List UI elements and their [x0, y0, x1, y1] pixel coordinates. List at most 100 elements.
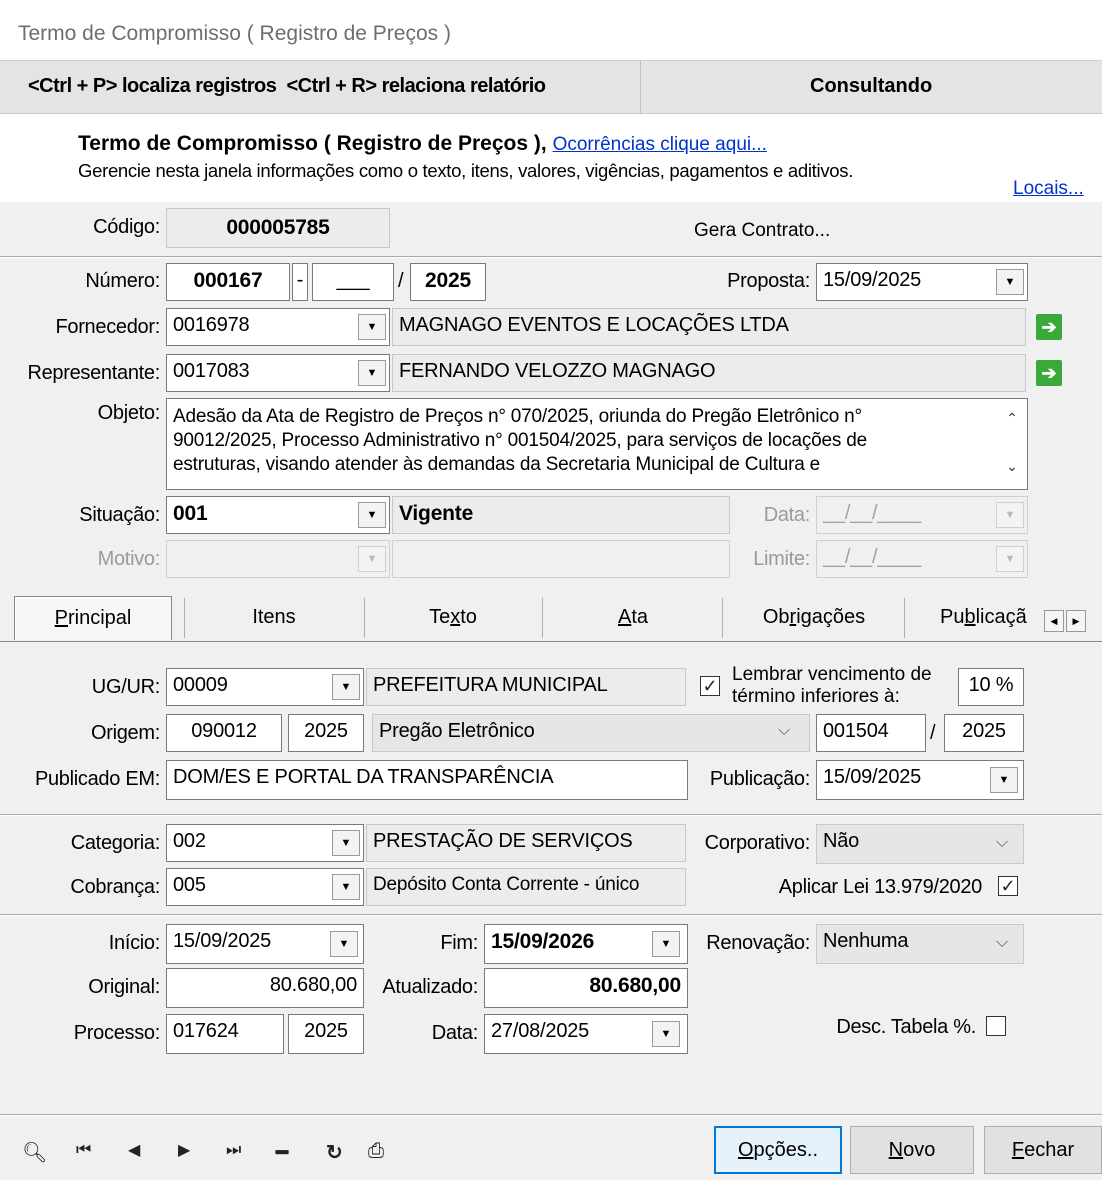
ug-label: UG/UR:: [91, 676, 161, 698]
renovacao-select[interactable]: Nenhuma: [816, 924, 1024, 964]
preview-icon[interactable]: 🔍︎: [22, 1140, 47, 1165]
processo-number-field[interactable]: 017624: [166, 1014, 284, 1054]
data-proc-label: Data:: [431, 1022, 479, 1044]
ocorrencias-link[interactable]: Ocorrências clique aqui...: [553, 134, 767, 155]
proposta-label: Proposta:: [727, 270, 810, 292]
origem-year-field[interactable]: 2025: [288, 714, 364, 752]
cobranca-name: Depósito Conta Corrente - único: [366, 868, 686, 906]
tab-publicacao-label: Publicaçã: [940, 606, 1027, 628]
numero-slash: /: [398, 270, 404, 292]
origem-proc-year-field[interactable]: 2025: [944, 714, 1024, 752]
inicio-dropdown-icon[interactable]: ▼: [330, 931, 358, 957]
header-panel: Termo de Compromisso ( Registro de Preço…: [0, 114, 1102, 202]
origem-proc-field[interactable]: 001504: [816, 714, 926, 752]
numero-suffix-field[interactable]: ___: [312, 263, 394, 301]
previous-record-icon[interactable]: ◀: [128, 1140, 140, 1160]
mode-status: Consultando: [810, 75, 933, 97]
categoria-label: Categoria:: [70, 832, 161, 854]
numero-year-field[interactable]: 2025: [410, 263, 486, 301]
representante-code: 0017083: [173, 360, 250, 382]
delete-record-icon[interactable]: ━: [276, 1140, 288, 1165]
atualizado-value-field: 80.680,00: [484, 968, 688, 1008]
desc-tabela-checkbox[interactable]: [986, 1016, 1006, 1036]
header-description: Gerencie nesta janela informações como o…: [78, 160, 854, 181]
situacao-dropdown-icon[interactable]: ▼: [358, 502, 386, 528]
tab-scroll-left-icon[interactable]: ◀: [1044, 610, 1064, 632]
corporativo-value: Não: [823, 830, 860, 852]
fornecedor-code-field[interactable]: 0016978: [166, 308, 390, 346]
tab-divider: [722, 598, 723, 638]
motivo-code-field: [166, 540, 390, 578]
objeto-textarea[interactable]: Adesão da Ata de Registro de Preços n° 0…: [166, 398, 1028, 490]
refresh-icon[interactable]: ↻: [326, 1140, 343, 1165]
tab-itens[interactable]: Itens: [186, 596, 362, 640]
original-value-field[interactable]: 80.680,00: [166, 968, 364, 1008]
tab-obrigacoes-label: Obrigações: [762, 606, 866, 628]
representante-code-field[interactable]: 0017083: [166, 354, 390, 392]
limite-label: Limite:: [753, 548, 810, 570]
opcoes-button[interactable]: Opções..: [714, 1126, 842, 1174]
lembrar-percent-field[interactable]: 10 %: [958, 668, 1024, 706]
objeto-line: Adesão da Ata de Registro de Preços n° 0…: [173, 406, 862, 427]
chevron-down-icon[interactable]: ⌵: [996, 834, 1008, 852]
tab-ata[interactable]: Ata: [544, 596, 722, 640]
cobranca-code: 005: [173, 874, 206, 896]
data-proc-value: 27/08/2025: [491, 1020, 590, 1042]
inicio-value: 15/09/2025: [173, 930, 272, 952]
numero-label: Número:: [85, 270, 160, 292]
chevron-down-icon[interactable]: ⌵: [996, 934, 1008, 952]
representante-open-arrow-icon[interactable]: ➔: [1036, 360, 1062, 386]
lembrar-checkbox[interactable]: ✓: [700, 676, 720, 696]
scroll-up-icon[interactable]: ⌃: [1000, 410, 1024, 427]
tab-publicacao[interactable]: Publicaçã: [906, 596, 1044, 640]
corporativo-select[interactable]: Não: [816, 824, 1024, 864]
situacao-label: Situação:: [79, 504, 160, 526]
lei-label: Aplicar Lei 13.979/2020: [778, 876, 983, 898]
cobranca-dropdown-icon[interactable]: ▼: [332, 874, 360, 900]
situacao-code-field[interactable]: 001: [166, 496, 390, 534]
publicacao-dropdown-icon[interactable]: ▼: [990, 767, 1018, 793]
tab-baseline: [0, 641, 1102, 642]
fim-dropdown-icon[interactable]: ▼: [652, 931, 680, 957]
data-proc-dropdown-icon[interactable]: ▼: [652, 1021, 680, 1047]
next-record-icon[interactable]: ▶: [178, 1140, 190, 1160]
categoria-code: 002: [173, 830, 206, 852]
renovacao-value: Nenhuma: [823, 930, 909, 952]
tab-scroll-right-icon[interactable]: ▶: [1066, 610, 1086, 632]
objeto-line: 90012/2025, Processo Administrativo n° 0…: [173, 430, 867, 451]
tab-principal[interactable]: Principal: [14, 596, 172, 640]
print-icon[interactable]: ⎙: [368, 1140, 384, 1163]
representante-name: FERNANDO VELOZZO MAGNAGO: [392, 354, 1026, 392]
gera-contrato-link[interactable]: Gera Contrato...: [694, 220, 830, 242]
novo-label: Novo: [888, 1138, 936, 1161]
representante-dropdown-icon[interactable]: ▼: [358, 360, 386, 386]
tab-obrigacoes[interactable]: Obrigações: [724, 596, 904, 640]
origem-slash: /: [930, 722, 936, 744]
tab-divider: [364, 598, 365, 638]
ug-code: 00009: [173, 674, 228, 696]
chevron-down-icon[interactable]: ⌵: [778, 722, 790, 740]
novo-button[interactable]: Novo: [850, 1126, 974, 1174]
categoria-dropdown-icon[interactable]: ▼: [332, 830, 360, 856]
fechar-button[interactable]: Fechar: [984, 1126, 1102, 1174]
first-record-icon[interactable]: ⏮: [76, 1140, 91, 1160]
origem-number-field[interactable]: 090012: [166, 714, 282, 752]
fornecedor-dropdown-icon[interactable]: ▼: [358, 314, 386, 340]
proposta-dropdown-icon[interactable]: ▼: [996, 269, 1024, 295]
data-dropdown-icon: ▼: [996, 502, 1024, 528]
scroll-down-icon[interactable]: ⌄: [1000, 458, 1024, 475]
locais-link[interactable]: Locais...: [1013, 178, 1084, 200]
lei-checkbox[interactable]: ✓: [998, 876, 1018, 896]
processo-year-field[interactable]: 2025: [288, 1014, 364, 1054]
last-record-icon[interactable]: ⏭: [226, 1140, 241, 1160]
fornecedor-open-arrow-icon[interactable]: ➔: [1036, 314, 1062, 340]
numero-field[interactable]: 000167: [166, 263, 290, 301]
publicado-field[interactable]: DOM/ES E PORTAL DA TRANSPARÊNCIA: [166, 760, 688, 800]
motivo-desc: [392, 540, 730, 578]
ug-dropdown-icon[interactable]: ▼: [332, 674, 360, 700]
numero-dash: -: [292, 263, 308, 301]
inicio-label: Início:: [108, 932, 161, 954]
separator: [0, 814, 1102, 816]
origem-modalidade-select[interactable]: Pregão Eletrônico: [372, 714, 810, 752]
tab-texto[interactable]: Texto: [366, 596, 540, 640]
